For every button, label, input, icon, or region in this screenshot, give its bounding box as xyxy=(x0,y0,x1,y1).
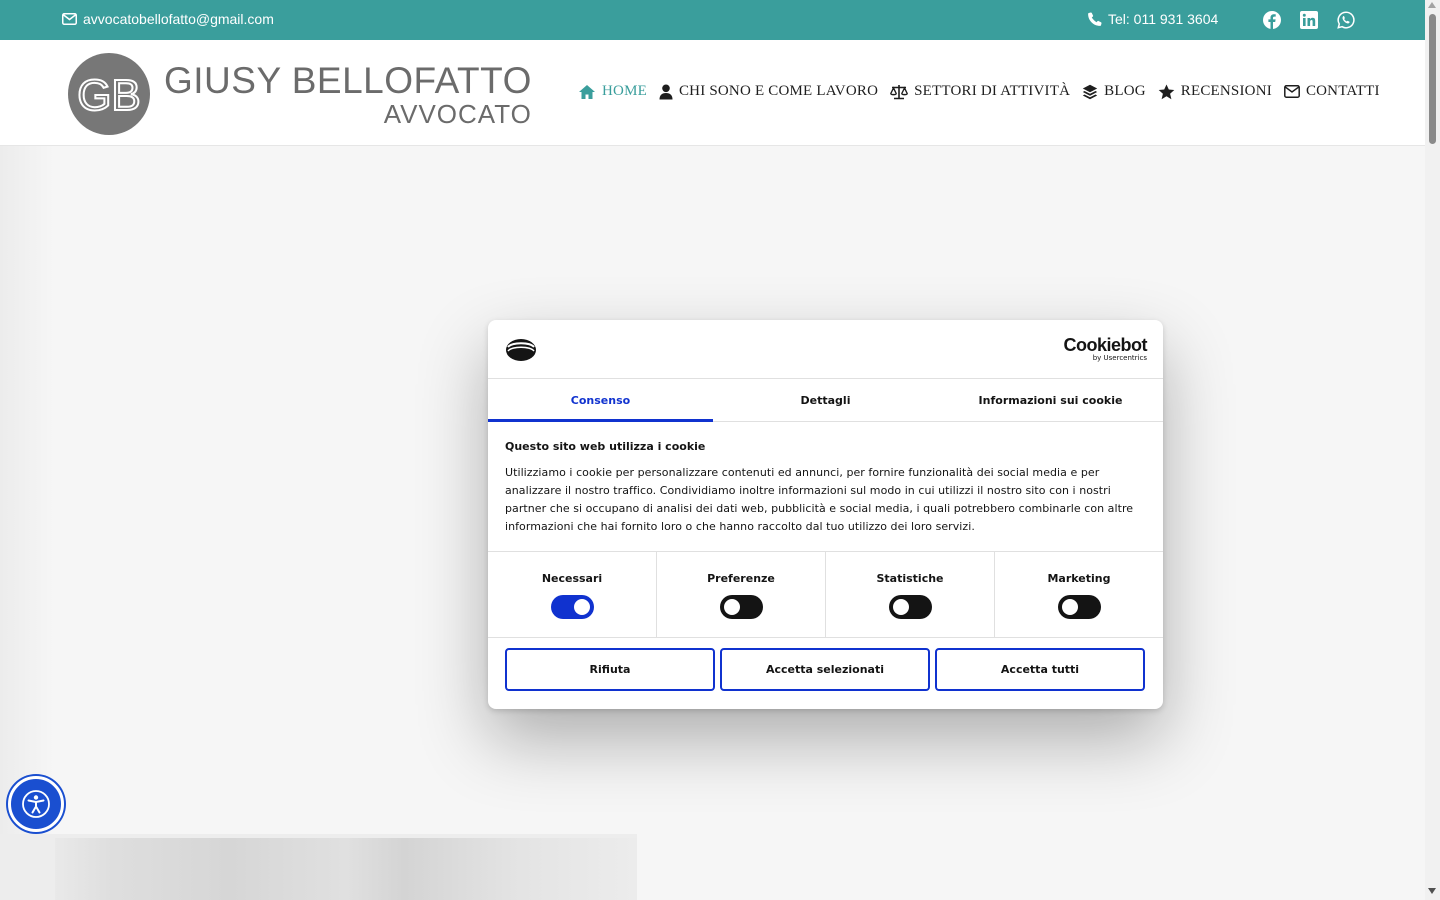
main-nav: HOME CHI SONO E COME LAVORO SETTORI DI A… xyxy=(578,83,1380,100)
scroll-thumb[interactable] xyxy=(1429,14,1436,144)
cookiebot-brand[interactable]: Cookiebot by Usercentrics xyxy=(1064,336,1148,362)
facebook-icon[interactable] xyxy=(1262,10,1282,30)
user-icon xyxy=(659,84,673,99)
toggle-marketing[interactable] xyxy=(1057,595,1101,619)
category-statistiche: Statistiche xyxy=(826,552,995,637)
envelope-icon xyxy=(1283,85,1300,98)
toggle-knob xyxy=(892,599,909,615)
scale-icon xyxy=(890,84,909,99)
site-header: GB GIUSY BELLOFATTO AVVOCATO HOME CHI SO… xyxy=(0,40,1425,146)
toggle-necessari[interactable] xyxy=(550,595,594,619)
toggle-knob xyxy=(723,599,740,615)
nav-item-blog[interactable]: BLOG xyxy=(1082,83,1146,100)
category-label: Statistiche xyxy=(876,572,944,585)
category-label: Marketing xyxy=(1047,572,1111,585)
tab-consenso[interactable]: Consenso xyxy=(488,379,713,422)
email-text: avvocatobellofatto@gmail.com xyxy=(83,11,274,27)
site-logo[interactable]: GB GIUSY BELLOFATTO AVVOCATO xyxy=(68,53,532,135)
phone-link[interactable]: Tel: 011 931 3604 xyxy=(1088,11,1218,27)
star-icon xyxy=(1158,84,1175,99)
nav-item-chi-sono[interactable]: CHI SONO E COME LAVORO xyxy=(659,83,878,100)
cookie-categories: Necessari Preferenze Statistiche Marketi… xyxy=(488,551,1163,638)
category-label: Necessari xyxy=(541,572,603,585)
scroll-down-arrow[interactable] xyxy=(1428,888,1436,894)
top-bar: avvocatobellofatto@gmail.com Tel: 011 93… xyxy=(0,0,1425,40)
logo-text: GIUSY BELLOFATTO AVVOCATO xyxy=(164,62,532,127)
email-link[interactable]: avvocatobellofatto@gmail.com xyxy=(62,11,274,27)
logo-monogram: GB xyxy=(68,53,150,135)
toggle-statistiche[interactable] xyxy=(888,595,932,619)
accessibility-icon xyxy=(22,790,50,818)
reject-button[interactable]: Rifiuta xyxy=(505,648,715,691)
brand-subtitle: by Usercentrics xyxy=(1092,354,1147,362)
cookiebot-logo-icon xyxy=(506,339,536,361)
toggle-preferenze[interactable] xyxy=(719,595,763,619)
dialog-text: Utilizziamo i cookie per personalizzare … xyxy=(505,466,1134,533)
category-marketing: Marketing xyxy=(995,552,1163,637)
dialog-tabs: Consenso Dettagli Informazioni sui cooki… xyxy=(488,379,1163,422)
logo-subtitle: AVVOCATO xyxy=(383,98,532,129)
nav-item-settori[interactable]: SETTORI DI ATTIVITÀ xyxy=(890,83,1070,100)
hero-photo xyxy=(0,834,637,900)
hero-photo-image xyxy=(55,838,637,900)
svg-text:GB: GB xyxy=(77,71,141,120)
accessibility-button[interactable] xyxy=(8,776,64,832)
logo-name: GIUSY BELLOFATTO xyxy=(164,59,532,101)
dialog-header: Cookiebot by Usercentrics xyxy=(488,320,1163,379)
layers-icon xyxy=(1082,84,1098,99)
envelope-icon xyxy=(62,13,77,25)
dialog-heading: Questo sito web utilizza i cookie xyxy=(505,440,706,453)
accept-all-button[interactable]: Accetta tutti xyxy=(935,648,1145,691)
dialog-body: Questo sito web utilizza i cookie Utiliz… xyxy=(505,440,1150,536)
page-scrollbar[interactable] xyxy=(1425,0,1440,900)
brand-name: Cookiebot xyxy=(1063,335,1148,355)
tab-informazioni[interactable]: Informazioni sui cookie xyxy=(938,379,1163,421)
nav-item-home[interactable]: HOME xyxy=(578,83,647,100)
nav-item-recensioni[interactable]: RECENSIONI xyxy=(1158,83,1272,100)
social-links xyxy=(1262,10,1356,30)
phone-text: Tel: 011 931 3604 xyxy=(1108,11,1219,27)
nav-item-contatti[interactable]: CONTATTI xyxy=(1283,83,1380,100)
whatsapp-icon[interactable] xyxy=(1336,10,1356,30)
accept-selected-button[interactable]: Accetta selezionati xyxy=(720,648,930,691)
category-label: Preferenze xyxy=(707,572,775,585)
toggle-knob xyxy=(1061,599,1078,615)
scroll-up-arrow[interactable] xyxy=(1428,2,1436,8)
category-necessari: Necessari xyxy=(488,552,657,637)
linkedin-icon[interactable] xyxy=(1299,10,1319,30)
cookie-consent-dialog: Cookiebot by Usercentrics Consenso Detta… xyxy=(488,320,1163,709)
phone-icon xyxy=(1088,12,1102,26)
category-preferenze: Preferenze xyxy=(657,552,826,637)
tab-dettagli[interactable]: Dettagli xyxy=(713,379,938,421)
toggle-knob xyxy=(573,599,590,615)
dialog-buttons: Rifiuta Accetta selezionati Accetta tutt… xyxy=(505,648,1145,691)
home-icon xyxy=(579,84,595,99)
